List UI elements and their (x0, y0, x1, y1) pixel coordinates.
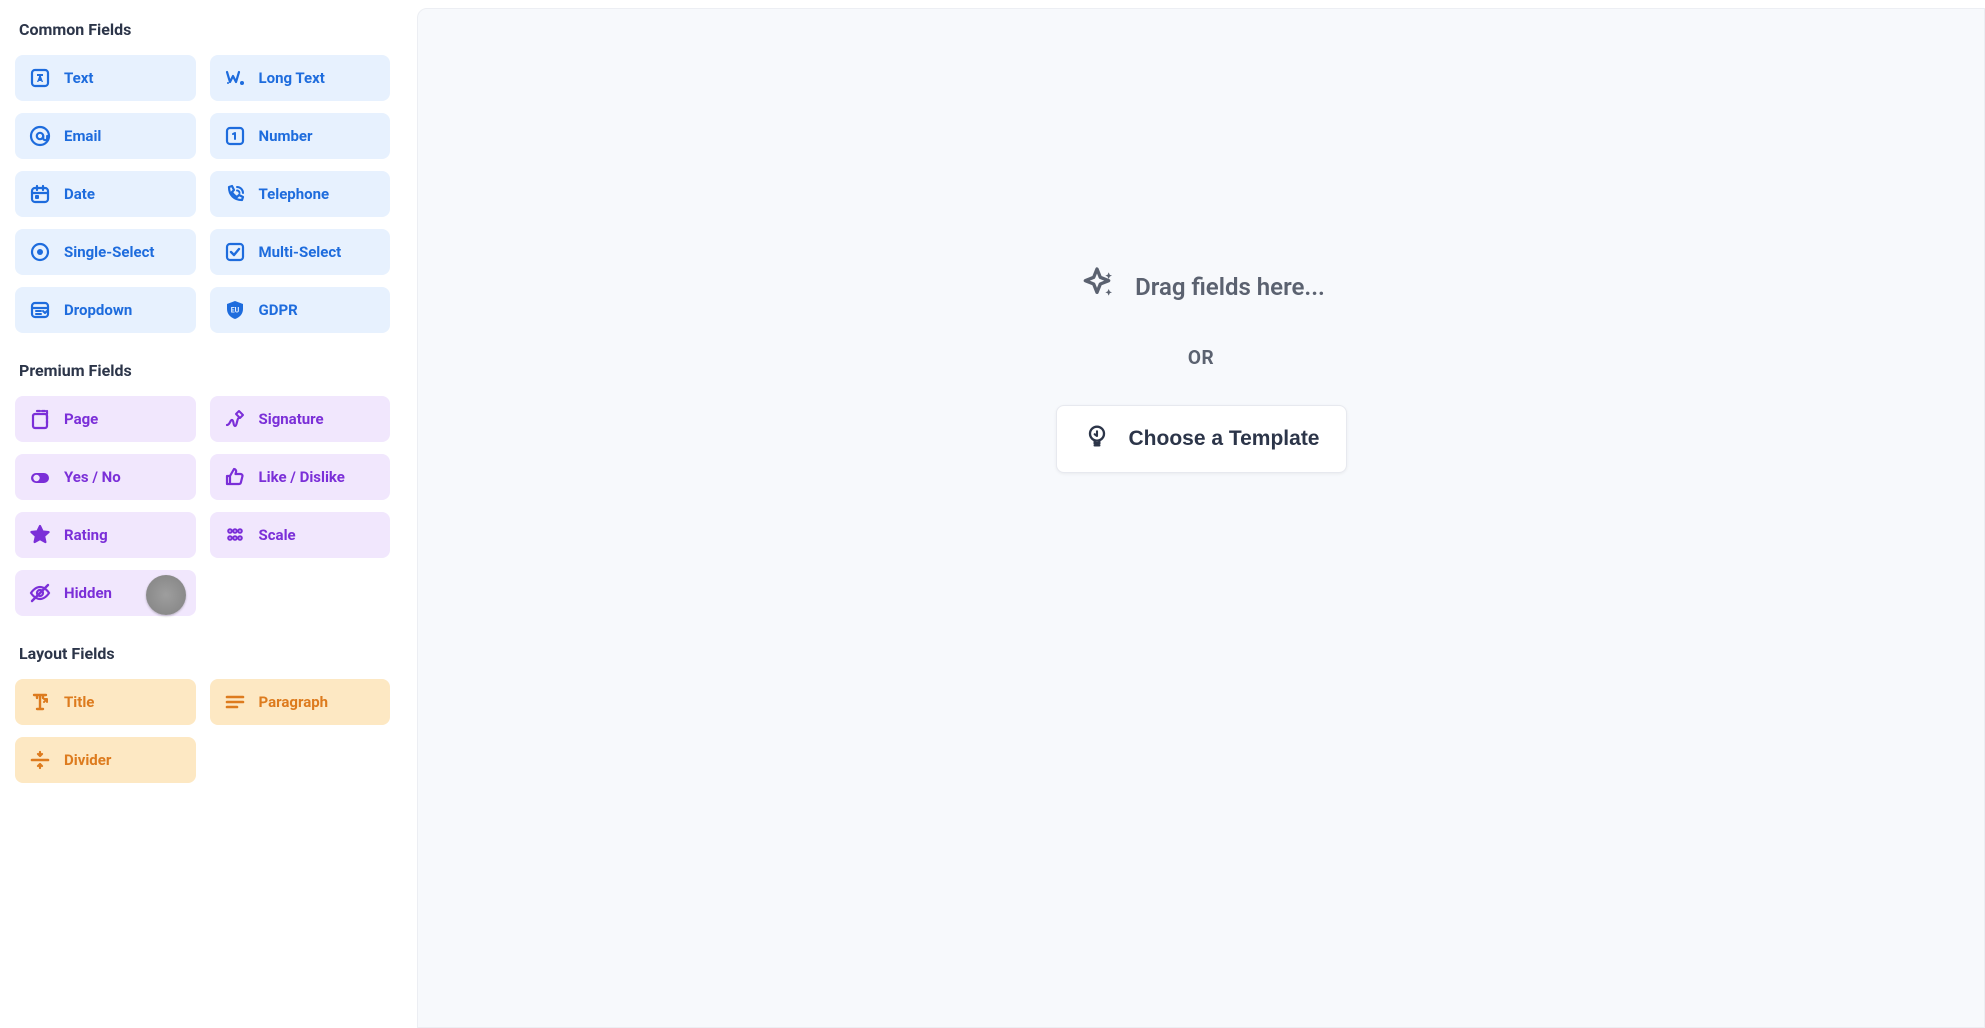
field-scale[interactable]: Scale (210, 512, 391, 558)
section-title-layout-fields: Layout Fields (15, 644, 390, 663)
text-icon (28, 66, 52, 90)
sparkle-icon (1077, 264, 1117, 310)
like-dislike-icon (223, 465, 247, 489)
field-title[interactable]: Title (15, 679, 196, 725)
field-label: Title (64, 693, 94, 711)
choose-template-button[interactable]: Choose a Template (1056, 405, 1347, 473)
field-label: Email (64, 127, 101, 145)
field-label: Yes / No (64, 468, 121, 486)
field-label: Page (64, 410, 98, 428)
field-like-dislike[interactable]: Like / Dislike (210, 454, 391, 500)
yes-no-icon (28, 465, 52, 489)
divider-icon (28, 748, 52, 772)
or-divider-text: OR (1188, 346, 1214, 369)
title-icon (28, 690, 52, 714)
field-dropdown[interactable]: Dropdown (15, 287, 196, 333)
field-label: Divider (64, 751, 111, 769)
hidden-icon (28, 581, 52, 605)
field-label: GDPR (259, 301, 298, 319)
field-hidden[interactable]: Hidden (15, 570, 196, 616)
field-grid-common: Text Long Text Email Number Date Telephone Sin… (15, 55, 390, 333)
number-icon (223, 124, 247, 148)
field-divider[interactable]: Divider (15, 737, 196, 783)
field-page[interactable]: Page (15, 396, 196, 442)
field-label: Paragraph (259, 693, 329, 711)
drop-hint-text: Drag fields here... (1135, 273, 1325, 301)
rating-icon (28, 523, 52, 547)
page-icon (28, 407, 52, 431)
choose-template-label: Choose a Template (1129, 427, 1320, 451)
field-label: Long Text (259, 69, 325, 87)
field-label: Date (64, 185, 95, 203)
field-grid-premium: Page Signature Yes / No Like / Dislike Ratin… (15, 396, 390, 616)
telephone-icon (223, 182, 247, 206)
field-label: Text (64, 69, 93, 87)
long-text-icon (223, 66, 247, 90)
gdpr-icon (223, 298, 247, 322)
scale-icon (223, 523, 247, 547)
drop-hint: Drag fields here... (1077, 264, 1325, 310)
signature-icon (223, 407, 247, 431)
field-palette: Common Fields Text Long Text Email Number Dat… (0, 0, 405, 1028)
field-email[interactable]: Email (15, 113, 196, 159)
field-gdpr[interactable]: GDPR (210, 287, 391, 333)
section-title-common-fields: Common Fields (15, 20, 390, 39)
field-text[interactable]: Text (15, 55, 196, 101)
field-rating[interactable]: Rating (15, 512, 196, 558)
canvas-drop-area[interactable]: Drag fields here... OR Choose a Template (417, 8, 1985, 1028)
section-title-premium-fields: Premium Fields (15, 361, 390, 380)
field-label: Single-Select (64, 243, 154, 261)
field-label: Like / Dislike (259, 468, 345, 486)
pointer-indicator (146, 575, 186, 615)
field-long-text[interactable]: Long Text (210, 55, 391, 101)
field-label: Telephone (259, 185, 330, 203)
field-label: Dropdown (64, 301, 132, 319)
bulb-icon (1083, 422, 1111, 456)
field-signature[interactable]: Signature (210, 396, 391, 442)
field-paragraph[interactable]: Paragraph (210, 679, 391, 725)
dropdown-icon (28, 298, 52, 322)
field-label: Hidden (64, 584, 112, 602)
field-label: Rating (64, 526, 108, 544)
paragraph-icon (223, 690, 247, 714)
single-select-icon (28, 240, 52, 264)
field-date[interactable]: Date (15, 171, 196, 217)
field-label: Multi-Select (259, 243, 342, 261)
field-yes-no[interactable]: Yes / No (15, 454, 196, 500)
field-telephone[interactable]: Telephone (210, 171, 391, 217)
field-grid-layout: Title Paragraph Divider (15, 679, 390, 783)
field-label: Signature (259, 410, 324, 428)
email-icon (28, 124, 52, 148)
field-multi-select[interactable]: Multi-Select (210, 229, 391, 275)
field-single-select[interactable]: Single-Select (15, 229, 196, 275)
multi-select-icon (223, 240, 247, 264)
field-number[interactable]: Number (210, 113, 391, 159)
field-label: Scale (259, 526, 296, 544)
date-icon (28, 182, 52, 206)
field-label: Number (259, 127, 313, 145)
